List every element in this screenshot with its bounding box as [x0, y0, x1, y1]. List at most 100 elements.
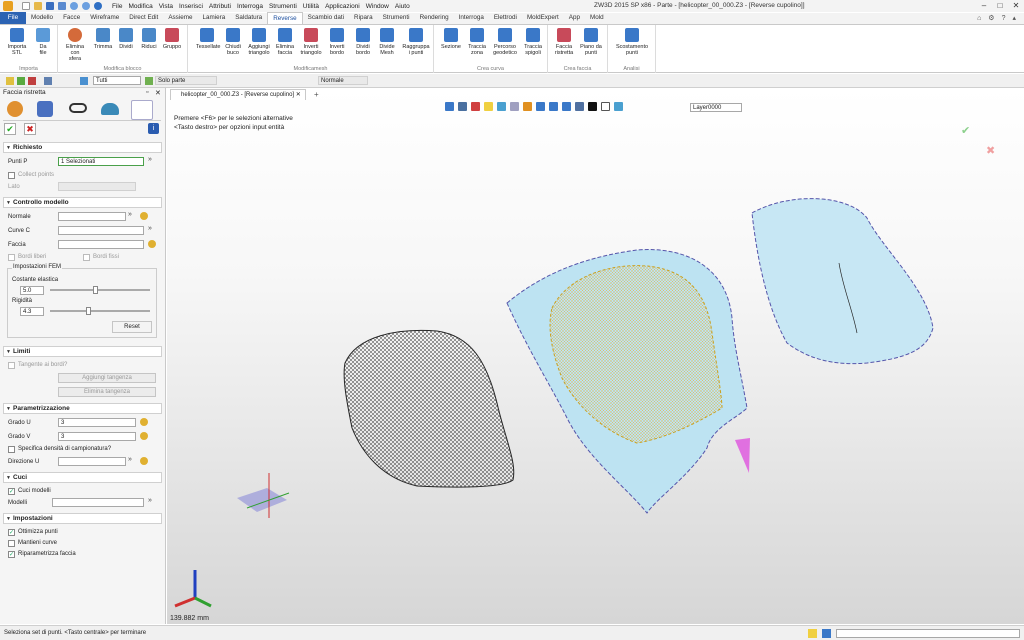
- menu-modifica[interactable]: Modifica: [128, 3, 152, 10]
- filter-select[interactable]: Tutti: [93, 76, 141, 85]
- mesh-icon[interactable]: [131, 100, 153, 120]
- expand-icon[interactable]: »: [148, 156, 152, 163]
- select-mode-icon[interactable]: [44, 77, 52, 85]
- specifica-densita-checkbox[interactable]: [8, 446, 15, 453]
- view-cube-icon[interactable]: [497, 102, 506, 111]
- riduci-button[interactable]: Riduci: [138, 28, 160, 50]
- tab-modello[interactable]: Modello: [26, 12, 58, 24]
- aggiungi-tangenza-button[interactable]: Aggiungi tangenza: [58, 373, 156, 383]
- importa-stl-button[interactable]: Importa STL: [6, 28, 28, 56]
- mesh-point-cloud[interactable]: [343, 329, 515, 488]
- menu-attributi[interactable]: Attributi: [209, 3, 231, 10]
- new-tab-icon[interactable]: +: [314, 90, 319, 99]
- costante-slider[interactable]: [50, 286, 150, 294]
- save-icon[interactable]: [46, 2, 54, 10]
- status-layer-icon[interactable]: [808, 629, 817, 638]
- pink-edge-region[interactable]: [735, 438, 750, 473]
- tangente-checkbox[interactable]: [8, 362, 15, 369]
- tab-direct-edit[interactable]: Direct Edit: [124, 12, 163, 24]
- grado-v-pick-icon[interactable]: [140, 432, 148, 440]
- inverti-bordo-button[interactable]: Inverti bordo: [326, 28, 348, 56]
- section-parametrizzazione[interactable]: Parametrizzazione: [3, 403, 162, 414]
- home-icon[interactable]: ⌂: [977, 13, 981, 25]
- view-section-icon[interactable]: [562, 102, 571, 111]
- menu-file[interactable]: File: [112, 3, 122, 10]
- grado-v-spinner[interactable]: 3: [58, 432, 136, 441]
- tab-moldexpert[interactable]: MoldExpert: [522, 12, 564, 24]
- save-as-icon[interactable]: [58, 2, 66, 10]
- menu-vista[interactable]: Vista: [159, 3, 173, 10]
- direzione-u-field[interactable]: [58, 457, 126, 466]
- mantieni-curve-checkbox[interactable]: [8, 540, 15, 547]
- view-layer-icon[interactable]: [614, 102, 623, 111]
- menu-utilita[interactable]: Utilità: [303, 3, 319, 10]
- model-scene[interactable]: [167, 88, 1024, 624]
- document-tab[interactable]: helicopter_00_000.Z3 - [Reverse cupolino…: [170, 89, 306, 100]
- scope-icon[interactable]: [145, 77, 153, 85]
- cuci-modelli-checkbox[interactable]: ✓: [8, 488, 15, 495]
- scope-select[interactable]: Solo parte: [155, 76, 217, 85]
- lato-field[interactable]: [58, 182, 136, 191]
- scostamento-punti-button[interactable]: Scostamento punti: [614, 28, 650, 56]
- ribbon-minimize-icon[interactable]: ▴: [1012, 13, 1016, 25]
- costante-spinner[interactable]: 5.0: [20, 286, 44, 295]
- view-zoom-icon[interactable]: [536, 102, 545, 111]
- new-file-icon[interactable]: [22, 2, 30, 10]
- undo-icon[interactable]: [70, 2, 78, 10]
- status-grid-icon[interactable]: [822, 629, 831, 638]
- graphics-viewport[interactable]: Premere <F6> per le selezioni alternativ…: [167, 88, 1024, 624]
- section-cuci[interactable]: Cuci: [3, 472, 162, 483]
- tab-facce[interactable]: Facce: [58, 12, 85, 24]
- section-impostazioni[interactable]: Impostazioni: [3, 513, 162, 524]
- open-file-icon[interactable]: [34, 2, 42, 10]
- traccia-spigoli-button[interactable]: Traccia spigoli: [522, 28, 544, 56]
- tab-assieme[interactable]: Assieme: [163, 12, 197, 24]
- settings-icon[interactable]: [94, 2, 102, 10]
- close-icon[interactable]: ✕: [1008, 0, 1024, 12]
- divide-mesh-button[interactable]: Divide Mesh: [376, 28, 398, 56]
- view-display-icon[interactable]: [575, 102, 584, 111]
- faccia-pick-icon[interactable]: [148, 240, 156, 248]
- settings-icon[interactable]: ⚙: [988, 13, 994, 25]
- tab-elettrodi[interactable]: Elettrodi: [489, 12, 522, 24]
- menu-inserisci[interactable]: Inserisci: [179, 3, 203, 10]
- direzione-u-expand-icon[interactable]: »: [128, 456, 132, 463]
- collect-points-checkbox[interactable]: [8, 172, 15, 179]
- maximize-icon[interactable]: □: [992, 0, 1008, 12]
- tab-app[interactable]: App: [564, 12, 585, 24]
- view-orientation-icon[interactable]: [510, 102, 519, 111]
- traccia-zona-button[interactable]: Traccia zona: [466, 28, 488, 56]
- viewport-cancel-icon[interactable]: ✖: [986, 144, 995, 157]
- trimma-button[interactable]: Trimma: [92, 28, 114, 50]
- normale-expand-icon[interactable]: »: [128, 211, 132, 218]
- grado-u-pick-icon[interactable]: [140, 418, 148, 426]
- layer-select[interactable]: Layer0000: [690, 103, 742, 112]
- hat-icon[interactable]: [101, 103, 119, 115]
- tab-ripara[interactable]: Ripara: [349, 12, 378, 24]
- tab-mold[interactable]: Mold: [585, 12, 609, 24]
- menu-window[interactable]: Window: [366, 3, 389, 10]
- punti-field[interactable]: 1 Selezionati: [58, 157, 144, 166]
- finished-face-surface[interactable]: [751, 198, 934, 365]
- glasses-icon[interactable]: [69, 103, 87, 113]
- costante-slider-thumb[interactable]: [92, 286, 98, 294]
- tab-saldatura[interactable]: Saldatura: [230, 12, 267, 24]
- viewport-confirm-icon[interactable]: ✔: [961, 124, 970, 137]
- view-wire-icon[interactable]: [601, 102, 610, 111]
- elimina-tangenza-button[interactable]: Elimina tangenza: [58, 387, 156, 397]
- sezione-button[interactable]: Sezione: [440, 28, 462, 50]
- modelli-expand-icon[interactable]: »: [148, 497, 152, 504]
- chiudi-buco-button[interactable]: Chiudi buco: [222, 28, 244, 56]
- elimina-sfera-button[interactable]: Elimina con sfera: [64, 28, 86, 62]
- aggiungi-triangolo-button[interactable]: Aggiungi triangolo: [248, 28, 270, 56]
- rigidita-slider-thumb[interactable]: [86, 307, 92, 315]
- add-icon[interactable]: [17, 77, 25, 85]
- curve-c-field[interactable]: [58, 226, 144, 235]
- minimize-icon[interactable]: –: [976, 0, 992, 12]
- rigidita-spinner[interactable]: 4.3: [20, 307, 44, 316]
- palette-icon[interactable]: [7, 101, 23, 117]
- section-limiti[interactable]: Limiti: [3, 346, 162, 357]
- panel-close-icon[interactable]: ✕: [155, 89, 161, 97]
- normale-pick-icon[interactable]: [140, 212, 148, 220]
- command-input[interactable]: [836, 629, 1020, 638]
